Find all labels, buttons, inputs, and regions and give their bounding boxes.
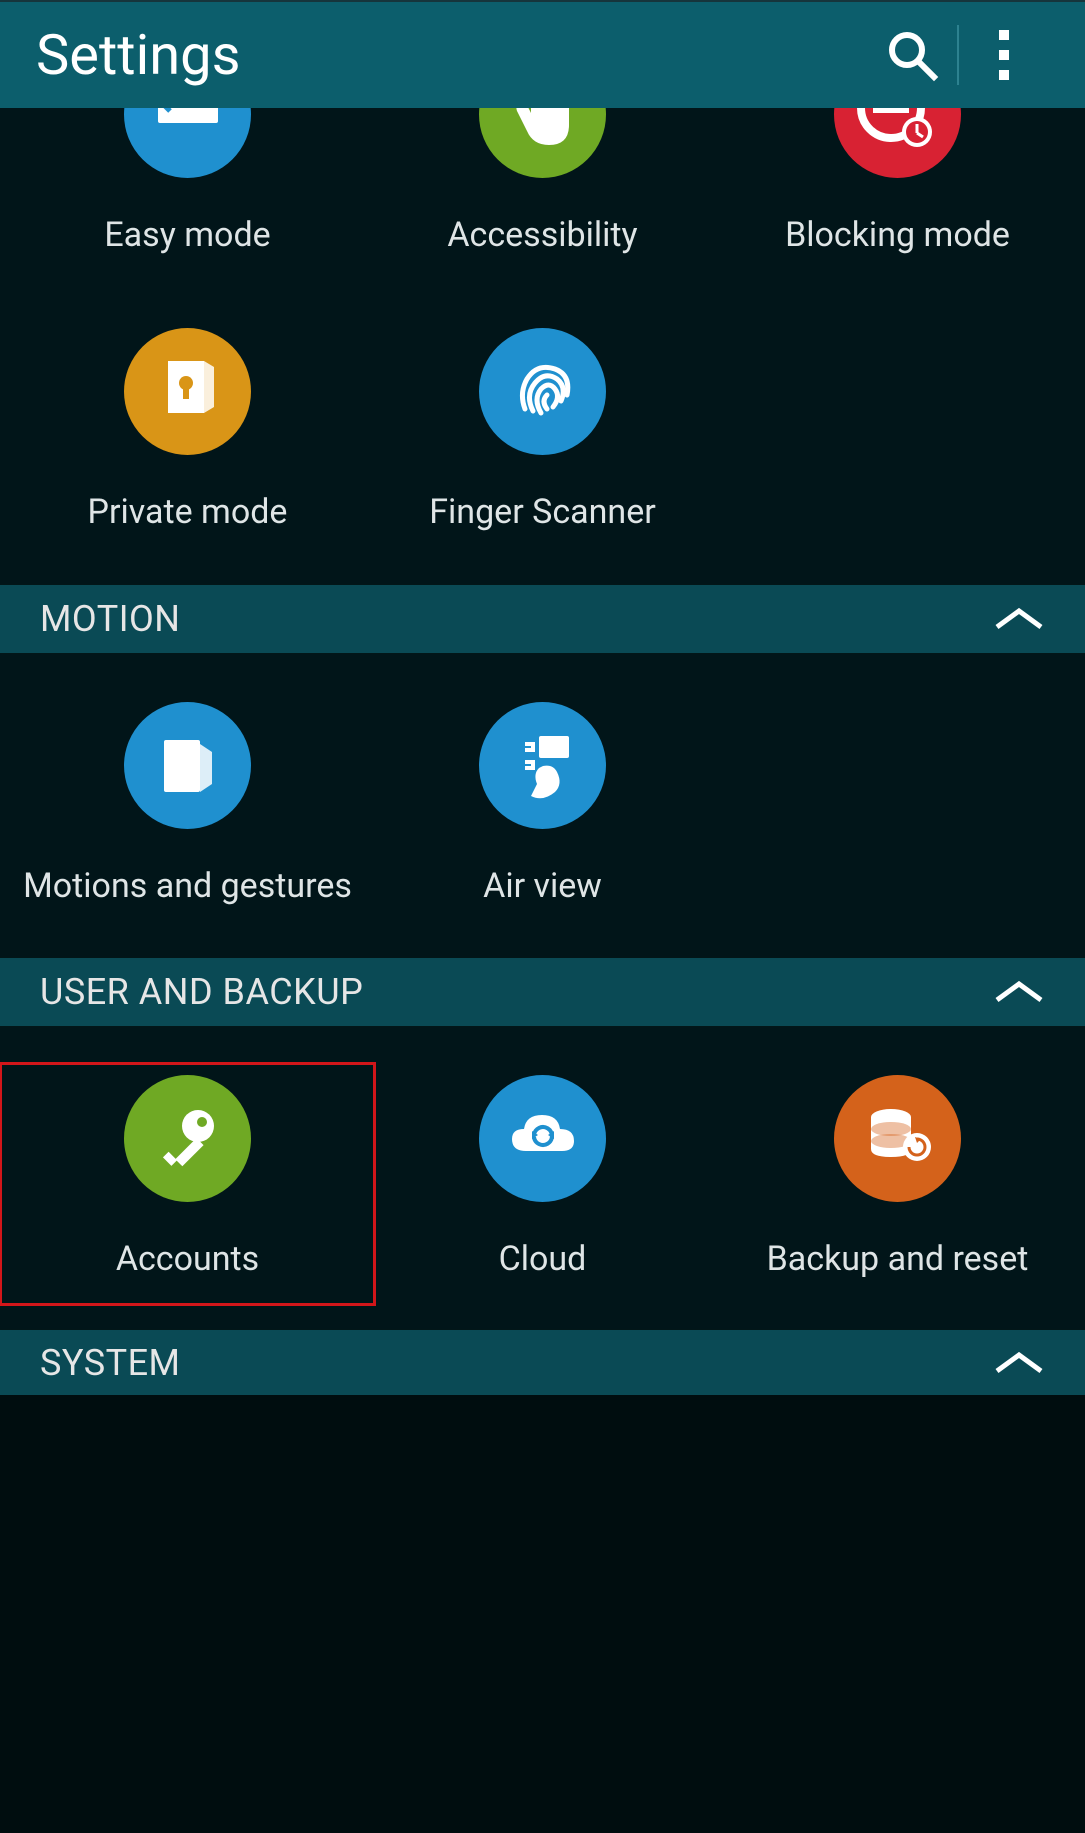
user-backup-grid: Accounts Cloud <box>0 1027 1085 1330</box>
item-label-backup-reset: Backup and reset <box>767 1238 1029 1282</box>
section-header-motion[interactable]: MOTION <box>0 584 1085 654</box>
chevron-up-icon <box>993 1349 1045 1377</box>
page-title: Settings <box>36 22 867 88</box>
header-actions <box>867 1 1049 109</box>
section-header-system[interactable]: SYSTEM <box>0 1329 1085 1395</box>
fingerprint-icon <box>505 353 581 429</box>
item-accounts[interactable]: Accounts <box>0 1062 376 1307</box>
item-label-motions-gestures: Motions and gestures <box>23 865 352 909</box>
item-label-cloud: Cloud <box>499 1238 587 1282</box>
chevron-up-icon <box>993 605 1045 633</box>
section-label-system: SYSTEM <box>40 1342 993 1384</box>
item-blocking-mode[interactable]: Blocking mode <box>720 108 1075 258</box>
search-icon <box>884 27 940 83</box>
hand-icon <box>503 108 583 155</box>
backup-reset-icon <box>857 1097 939 1179</box>
overflow-menu-button[interactable] <box>959 1 1049 109</box>
personalization-grid: Easy mode Accessibility <box>0 108 1085 584</box>
item-finger-scanner[interactable]: Finger Scanner <box>365 328 720 535</box>
item-accessibility[interactable]: Accessibility <box>365 108 720 258</box>
item-cloud[interactable]: Cloud <box>365 1075 720 1282</box>
item-label-private-mode: Private mode <box>88 491 288 535</box>
item-private-mode[interactable]: Private mode <box>10 328 365 535</box>
motion-icon <box>150 728 226 804</box>
blocking-icon <box>855 108 941 158</box>
item-label-air-view: Air view <box>483 865 602 909</box>
easy-mode-icon-wrap <box>124 108 251 178</box>
air-view-icon <box>503 726 583 806</box>
accessibility-icon-wrap <box>479 108 606 178</box>
item-backup-reset[interactable]: Backup and reset <box>720 1075 1075 1282</box>
chevron-up-icon <box>993 978 1045 1006</box>
item-label-accessibility: Accessibility <box>447 214 637 258</box>
item-label-easy-mode: Easy mode <box>104 214 270 258</box>
search-button[interactable] <box>867 1 957 109</box>
overflow-menu-icon <box>997 28 1011 82</box>
item-air-view[interactable]: Air view <box>365 702 720 909</box>
motion-grid: Motions and gestures Air view <box>0 654 1085 957</box>
section-label-motion: MOTION <box>40 598 993 640</box>
section-label-user-backup: USER AND BACKUP <box>40 971 993 1013</box>
app-header: Settings <box>0 0 1085 108</box>
item-motions-gestures[interactable]: Motions and gestures <box>10 702 365 909</box>
item-label-blocking-mode: Blocking mode <box>785 214 1010 258</box>
private-mode-icon <box>150 353 226 429</box>
blocking-mode-icon-wrap <box>834 108 961 178</box>
item-label-accounts: Accounts <box>116 1238 259 1282</box>
section-header-user-backup[interactable]: USER AND BACKUP <box>0 957 1085 1027</box>
key-icon <box>150 1100 226 1176</box>
cloud-sync-icon <box>502 1097 584 1179</box>
item-easy-mode[interactable]: Easy mode <box>10 108 365 258</box>
easy-mode-icon <box>148 108 228 155</box>
settings-screen: Settings <box>0 0 1085 1833</box>
item-label-finger-scanner: Finger Scanner <box>429 491 656 535</box>
